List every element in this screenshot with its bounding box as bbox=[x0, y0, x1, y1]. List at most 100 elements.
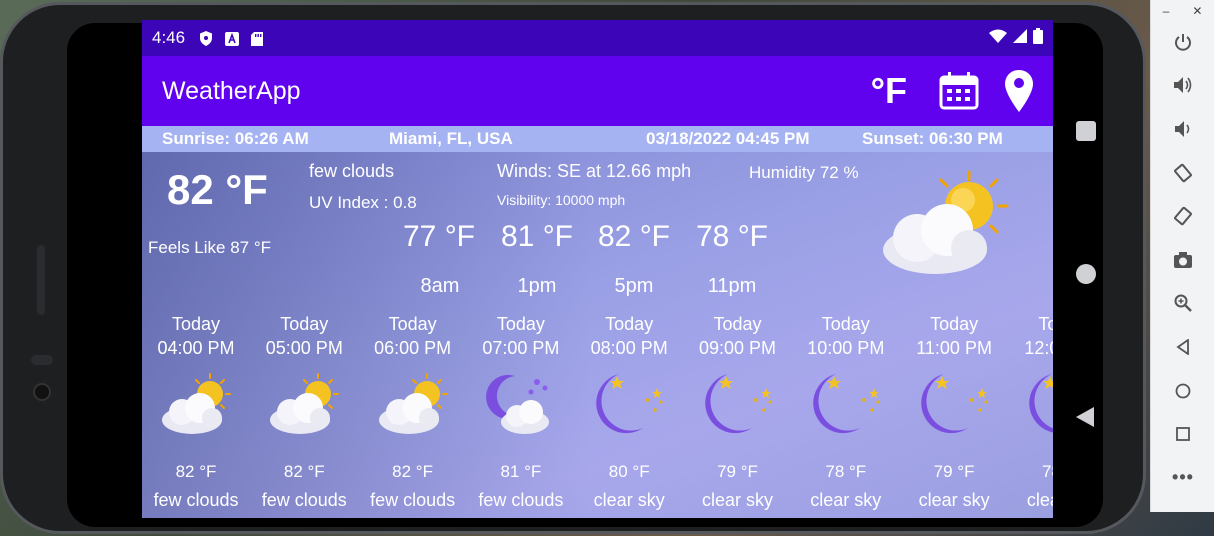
forecast-description: clear sky bbox=[1026, 490, 1053, 510]
power-icon[interactable] bbox=[1151, 20, 1214, 64]
device-camera bbox=[33, 383, 51, 401]
forecast-description: few clouds bbox=[478, 490, 564, 510]
font-icon bbox=[225, 31, 240, 46]
partly-cloudy-day-icon bbox=[250, 366, 358, 444]
hour-temp: 81 °F bbox=[500, 220, 574, 253]
zoom-icon[interactable] bbox=[1151, 282, 1214, 326]
forecast-temp: 82 °F bbox=[392, 462, 433, 481]
sunrise-text: Sunrise: 06:26 AM bbox=[162, 129, 309, 148]
forecast-description: clear sky bbox=[593, 490, 665, 510]
forecast-day: Today bbox=[388, 314, 437, 334]
forecast-day: Today bbox=[821, 314, 870, 334]
forecast-description: clear sky bbox=[918, 490, 990, 510]
forecast-temp: 78 °F bbox=[1041, 462, 1053, 481]
forecast-item[interactable]: Today 10:00 PM 78 °F clear sky bbox=[792, 312, 900, 511]
forecast-temp: 82 °F bbox=[175, 462, 217, 481]
hour-label: 1pm bbox=[517, 275, 557, 297]
forecast-item[interactable]: Today 04:00 PM 82 °F few clouds bbox=[142, 312, 250, 511]
rotate-right-icon[interactable] bbox=[1151, 194, 1214, 238]
forecast-temp: 79 °F bbox=[717, 462, 758, 481]
volume-down-icon[interactable] bbox=[1151, 107, 1214, 151]
shield-icon bbox=[199, 31, 213, 46]
forecast-time: 12:00 AM bbox=[1024, 338, 1053, 358]
partly-cloudy-day-icon bbox=[359, 366, 467, 444]
hour-label: 11pm bbox=[707, 275, 757, 297]
signal-icon bbox=[1013, 28, 1027, 48]
emulator-side-panel: – ✕ ••• bbox=[1150, 0, 1214, 512]
moon-stars-icon bbox=[684, 366, 792, 444]
forecast-description: clear sky bbox=[810, 490, 882, 510]
hour-temp: 82 °F bbox=[597, 220, 671, 253]
hour-temp: 78 °F bbox=[695, 220, 769, 253]
forecast-day: Today bbox=[930, 314, 979, 334]
forecast-item[interactable]: Today 12:00 AM 78 °F clear sky bbox=[1008, 312, 1053, 511]
forecast-time: 07:00 PM bbox=[482, 338, 560, 358]
forecast-description: few clouds bbox=[261, 490, 347, 510]
visibility-text: Visibility: 10000 mph bbox=[497, 192, 626, 208]
forecast-temp: 81 °F bbox=[500, 462, 542, 481]
status-time: 4:46 bbox=[152, 28, 186, 47]
minimize-icon[interactable]: – bbox=[1163, 4, 1170, 20]
forecast-time: 04:00 PM bbox=[157, 338, 235, 358]
forecast-temp: 78 °F bbox=[825, 462, 867, 481]
rotate-left-icon[interactable] bbox=[1151, 151, 1214, 195]
sunset-text: Sunset: 06:30 PM bbox=[862, 129, 1003, 148]
forecast-time: 10:00 PM bbox=[807, 338, 885, 358]
forecast-time: 08:00 PM bbox=[590, 338, 668, 358]
moon-stars-icon bbox=[575, 366, 683, 444]
forecast-day: Today bbox=[171, 314, 221, 334]
forecast-item[interactable]: Today 07:00 PM 81 °F few clouds bbox=[467, 312, 575, 511]
location-pin-icon[interactable] bbox=[1005, 70, 1033, 112]
winds-text: Winds: SE at 12.66 mph bbox=[497, 161, 692, 181]
forecast-description: few clouds bbox=[370, 490, 456, 510]
phone-screen: 4:46 WeatherApp °F Sunrise: 06:26 AM Mia… bbox=[142, 20, 1053, 518]
current-temp: 82 °F bbox=[167, 166, 268, 213]
forecast-day: Today bbox=[280, 314, 329, 334]
forecast-time: 05:00 PM bbox=[265, 338, 343, 358]
forecast-time: 09:00 PM bbox=[698, 338, 777, 358]
feels-like-text: Feels Like 87 °F bbox=[148, 238, 272, 257]
device-speaker bbox=[37, 245, 45, 315]
forecast-temp: 80 °F bbox=[608, 462, 650, 481]
nav-home-button[interactable] bbox=[1076, 264, 1096, 284]
forecast-day: Today bbox=[713, 314, 762, 334]
forecast-item[interactable]: Today 11:00 PM 79 °F clear sky bbox=[900, 312, 1008, 511]
forecast-item[interactable]: Today 09:00 PM 79 °F clear sky bbox=[684, 312, 792, 511]
forecast-temp: 79 °F bbox=[933, 462, 975, 481]
back-icon[interactable] bbox=[1151, 325, 1214, 369]
forecast-day: Today bbox=[1038, 314, 1053, 334]
unit-toggle-button[interactable]: °F bbox=[871, 70, 907, 112]
app-title: WeatherApp bbox=[162, 76, 301, 105]
moon-stars-icon bbox=[1008, 366, 1053, 444]
overview-icon[interactable] bbox=[1151, 412, 1214, 456]
app-bar: WeatherApp °F bbox=[142, 56, 1053, 126]
forecast-time: 11:00 PM bbox=[916, 338, 992, 358]
forecast-day: Today bbox=[496, 314, 545, 334]
wifi-icon bbox=[989, 28, 1007, 48]
calendar-icon[interactable] bbox=[939, 72, 979, 110]
forecast-description: few clouds bbox=[153, 490, 239, 510]
current-description: few clouds bbox=[309, 161, 395, 181]
device-sensor bbox=[31, 355, 53, 365]
volume-up-icon[interactable] bbox=[1151, 64, 1214, 108]
forecast-item[interactable]: Today 08:00 PM 80 °F clear sky bbox=[575, 312, 683, 511]
forecast-day: Today bbox=[605, 314, 654, 334]
close-icon[interactable]: ✕ bbox=[1192, 4, 1202, 20]
nav-recents-button[interactable] bbox=[1076, 121, 1096, 141]
hour-temp: 77 °F bbox=[402, 220, 476, 253]
nav-back-button[interactable] bbox=[1076, 407, 1094, 427]
status-bar: 4:46 bbox=[142, 20, 1053, 56]
forecast-item[interactable]: Today 06:00 PM 82 °F few clouds bbox=[359, 312, 467, 511]
forecast-item[interactable]: Today 05:00 PM 82 °F few clouds bbox=[250, 312, 358, 511]
uv-index: UV Index : 0.8 bbox=[309, 193, 417, 212]
moon-stars-icon bbox=[900, 366, 1008, 444]
forecast-temp: 82 °F bbox=[283, 462, 325, 481]
more-icon[interactable]: ••• bbox=[1151, 456, 1214, 500]
moon-stars-icon bbox=[792, 366, 900, 444]
camera-icon[interactable] bbox=[1151, 238, 1214, 282]
hour-label: 8am bbox=[420, 275, 460, 297]
datetime-text: 03/18/2022 04:45 PM bbox=[646, 129, 810, 148]
home-icon[interactable] bbox=[1151, 369, 1214, 413]
forecast-description: clear sky bbox=[701, 490, 773, 510]
forecast-time: 06:00 PM bbox=[374, 338, 452, 358]
